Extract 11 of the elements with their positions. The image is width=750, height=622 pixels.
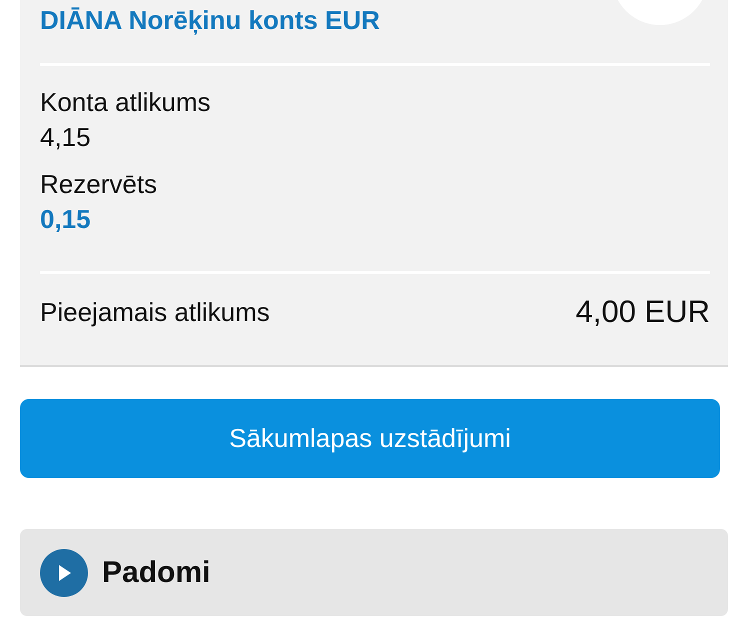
available-balance-value: 4,00 EUR [576, 294, 710, 330]
tips-panel[interactable]: Padomi [20, 529, 728, 616]
home-settings-button[interactable]: Sākumlapas uzstādījumi [20, 399, 720, 478]
balance-value: 4,15 [40, 121, 91, 153]
account-name[interactable]: DIĀNA Norēķinu konts EUR [40, 4, 380, 36]
balance-value[interactable]: 0,15 [40, 203, 91, 235]
tips-title: Padomi [102, 556, 210, 590]
balance-label: Konta atlikums [40, 86, 211, 118]
available-balance-label: Pieejamais atlikums [40, 296, 270, 329]
play-icon[interactable] [40, 548, 88, 596]
balance-label: Rezervēts [40, 168, 158, 200]
